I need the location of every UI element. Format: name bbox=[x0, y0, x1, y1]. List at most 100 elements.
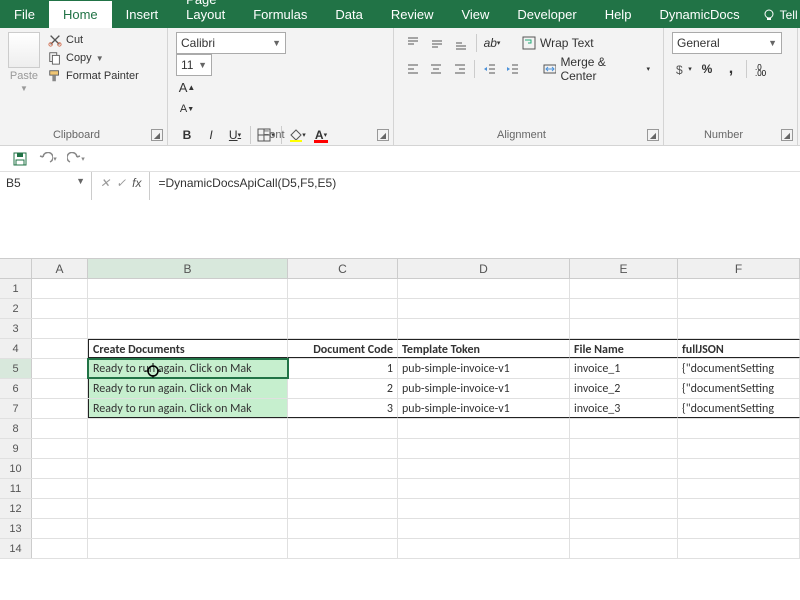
cell-F10[interactable] bbox=[678, 459, 800, 478]
cell-C4[interactable]: Document Code bbox=[288, 339, 398, 358]
cell-A2[interactable] bbox=[32, 299, 88, 318]
cell-E7[interactable]: invoice_3 bbox=[570, 399, 678, 418]
col-header-A[interactable]: A bbox=[32, 259, 88, 278]
cell-D9[interactable] bbox=[398, 439, 570, 458]
row-header[interactable]: 4 bbox=[0, 339, 32, 358]
row-header[interactable]: 10 bbox=[0, 459, 32, 478]
cell-C2[interactable] bbox=[288, 299, 398, 318]
cell-D3[interactable] bbox=[398, 319, 570, 338]
cell-A4[interactable] bbox=[32, 339, 88, 358]
tab-data[interactable]: Data bbox=[321, 1, 376, 28]
tab-formulas[interactable]: Formulas bbox=[239, 1, 321, 28]
cell-C8[interactable] bbox=[288, 419, 398, 438]
cell-F6[interactable]: {"documentSetting bbox=[678, 379, 800, 398]
tab-review[interactable]: Review bbox=[377, 1, 448, 28]
fx-button[interactable]: fx bbox=[132, 176, 141, 190]
increase-decimal-button[interactable]: .0.00 bbox=[751, 58, 773, 80]
cell-A7[interactable] bbox=[32, 399, 88, 418]
orientation-button[interactable]: ab▾ bbox=[481, 32, 503, 54]
percent-button[interactable]: % bbox=[696, 58, 718, 80]
cell-C10[interactable] bbox=[288, 459, 398, 478]
cell-B12[interactable] bbox=[88, 499, 288, 518]
decrease-font-button[interactable]: A▼ bbox=[176, 98, 198, 120]
cell-B14[interactable] bbox=[88, 539, 288, 558]
tell-me[interactable]: Tell bbox=[754, 2, 800, 28]
accept-formula-button[interactable]: ✓ bbox=[116, 176, 126, 190]
cell-B5[interactable]: Ready to run again. Click on Mak bbox=[88, 359, 288, 378]
merge-center-button[interactable]: Merge & Center ▾ bbox=[538, 58, 655, 80]
dialog-launcher-clipboard[interactable]: ◢ bbox=[151, 129, 163, 141]
tab-file[interactable]: File bbox=[0, 1, 49, 28]
row-header[interactable]: 11 bbox=[0, 479, 32, 498]
dialog-launcher-font[interactable]: ◢ bbox=[377, 129, 389, 141]
cell-F7[interactable]: {"documentSetting bbox=[678, 399, 800, 418]
dialog-launcher-number[interactable]: ◢ bbox=[781, 129, 793, 141]
row-header[interactable]: 2 bbox=[0, 299, 32, 318]
dialog-launcher-alignment[interactable]: ◢ bbox=[647, 129, 659, 141]
cell-B10[interactable] bbox=[88, 459, 288, 478]
cell-B4[interactable]: Create Documents bbox=[88, 339, 288, 358]
cell-A8[interactable] bbox=[32, 419, 88, 438]
cell-A3[interactable] bbox=[32, 319, 88, 338]
cell-E10[interactable] bbox=[570, 459, 678, 478]
row-header[interactable]: 13 bbox=[0, 519, 32, 538]
cell-E2[interactable] bbox=[570, 299, 678, 318]
align-left-button[interactable] bbox=[402, 58, 423, 80]
cell-A13[interactable] bbox=[32, 519, 88, 538]
tab-view[interactable]: View bbox=[447, 1, 503, 28]
select-all-corner[interactable] bbox=[0, 259, 32, 278]
tab-developer[interactable]: Developer bbox=[503, 1, 590, 28]
cell-D2[interactable] bbox=[398, 299, 570, 318]
cell-E11[interactable] bbox=[570, 479, 678, 498]
cell-D4[interactable]: Template Token bbox=[398, 339, 570, 358]
cell-D13[interactable] bbox=[398, 519, 570, 538]
cell-E4[interactable]: File Name bbox=[570, 339, 678, 358]
cell-F1[interactable] bbox=[678, 279, 800, 298]
row-header[interactable]: 3 bbox=[0, 319, 32, 338]
tab-pagelayout[interactable]: Page Layout bbox=[172, 0, 239, 28]
row-header[interactable]: 7 bbox=[0, 399, 32, 418]
col-header-E[interactable]: E bbox=[570, 259, 678, 278]
cell-A14[interactable] bbox=[32, 539, 88, 558]
cell-D1[interactable] bbox=[398, 279, 570, 298]
align-top-button[interactable] bbox=[402, 32, 424, 54]
cell-F2[interactable] bbox=[678, 299, 800, 318]
cell-A1[interactable] bbox=[32, 279, 88, 298]
row-header[interactable]: 5 bbox=[0, 359, 32, 378]
cell-F12[interactable] bbox=[678, 499, 800, 518]
font-name-combo[interactable]: Calibri▼ bbox=[176, 32, 286, 54]
cell-F14[interactable] bbox=[678, 539, 800, 558]
cell-C11[interactable] bbox=[288, 479, 398, 498]
cell-B7[interactable]: Ready to run again. Click on Mak bbox=[88, 399, 288, 418]
cell-D11[interactable] bbox=[398, 479, 570, 498]
col-header-C[interactable]: C bbox=[288, 259, 398, 278]
cell-F4[interactable]: fullJSON bbox=[678, 339, 800, 358]
decrease-indent-button[interactable] bbox=[479, 58, 500, 80]
cell-E3[interactable] bbox=[570, 319, 678, 338]
row-header[interactable]: 1 bbox=[0, 279, 32, 298]
cell-B11[interactable] bbox=[88, 479, 288, 498]
tab-dynamicdocs[interactable]: DynamicDocs bbox=[645, 1, 753, 28]
cell-A5[interactable] bbox=[32, 359, 88, 378]
cell-E13[interactable] bbox=[570, 519, 678, 538]
cell-D7[interactable]: pub-simple-invoice-v1 bbox=[398, 399, 570, 418]
row-header[interactable]: 9 bbox=[0, 439, 32, 458]
col-header-F[interactable]: F bbox=[678, 259, 800, 278]
cell-F9[interactable] bbox=[678, 439, 800, 458]
col-header-B[interactable]: B bbox=[88, 259, 288, 278]
cell-D10[interactable] bbox=[398, 459, 570, 478]
cell-B1[interactable] bbox=[88, 279, 288, 298]
cell-F11[interactable] bbox=[678, 479, 800, 498]
cut-button[interactable]: Cut bbox=[46, 32, 141, 48]
tab-insert[interactable]: Insert bbox=[112, 1, 173, 28]
cell-C14[interactable] bbox=[288, 539, 398, 558]
cell-F5[interactable]: {"documentSetting bbox=[678, 359, 800, 378]
cell-A9[interactable] bbox=[32, 439, 88, 458]
cell-D14[interactable] bbox=[398, 539, 570, 558]
redo-button[interactable]: ▾ bbox=[66, 149, 86, 169]
cell-C6[interactable]: 2 bbox=[288, 379, 398, 398]
name-box[interactable]: B5 ▼ bbox=[0, 172, 92, 200]
cell-E6[interactable]: invoice_2 bbox=[570, 379, 678, 398]
wrap-text-button[interactable]: Wrap Text bbox=[517, 32, 599, 54]
save-button[interactable] bbox=[10, 149, 30, 169]
